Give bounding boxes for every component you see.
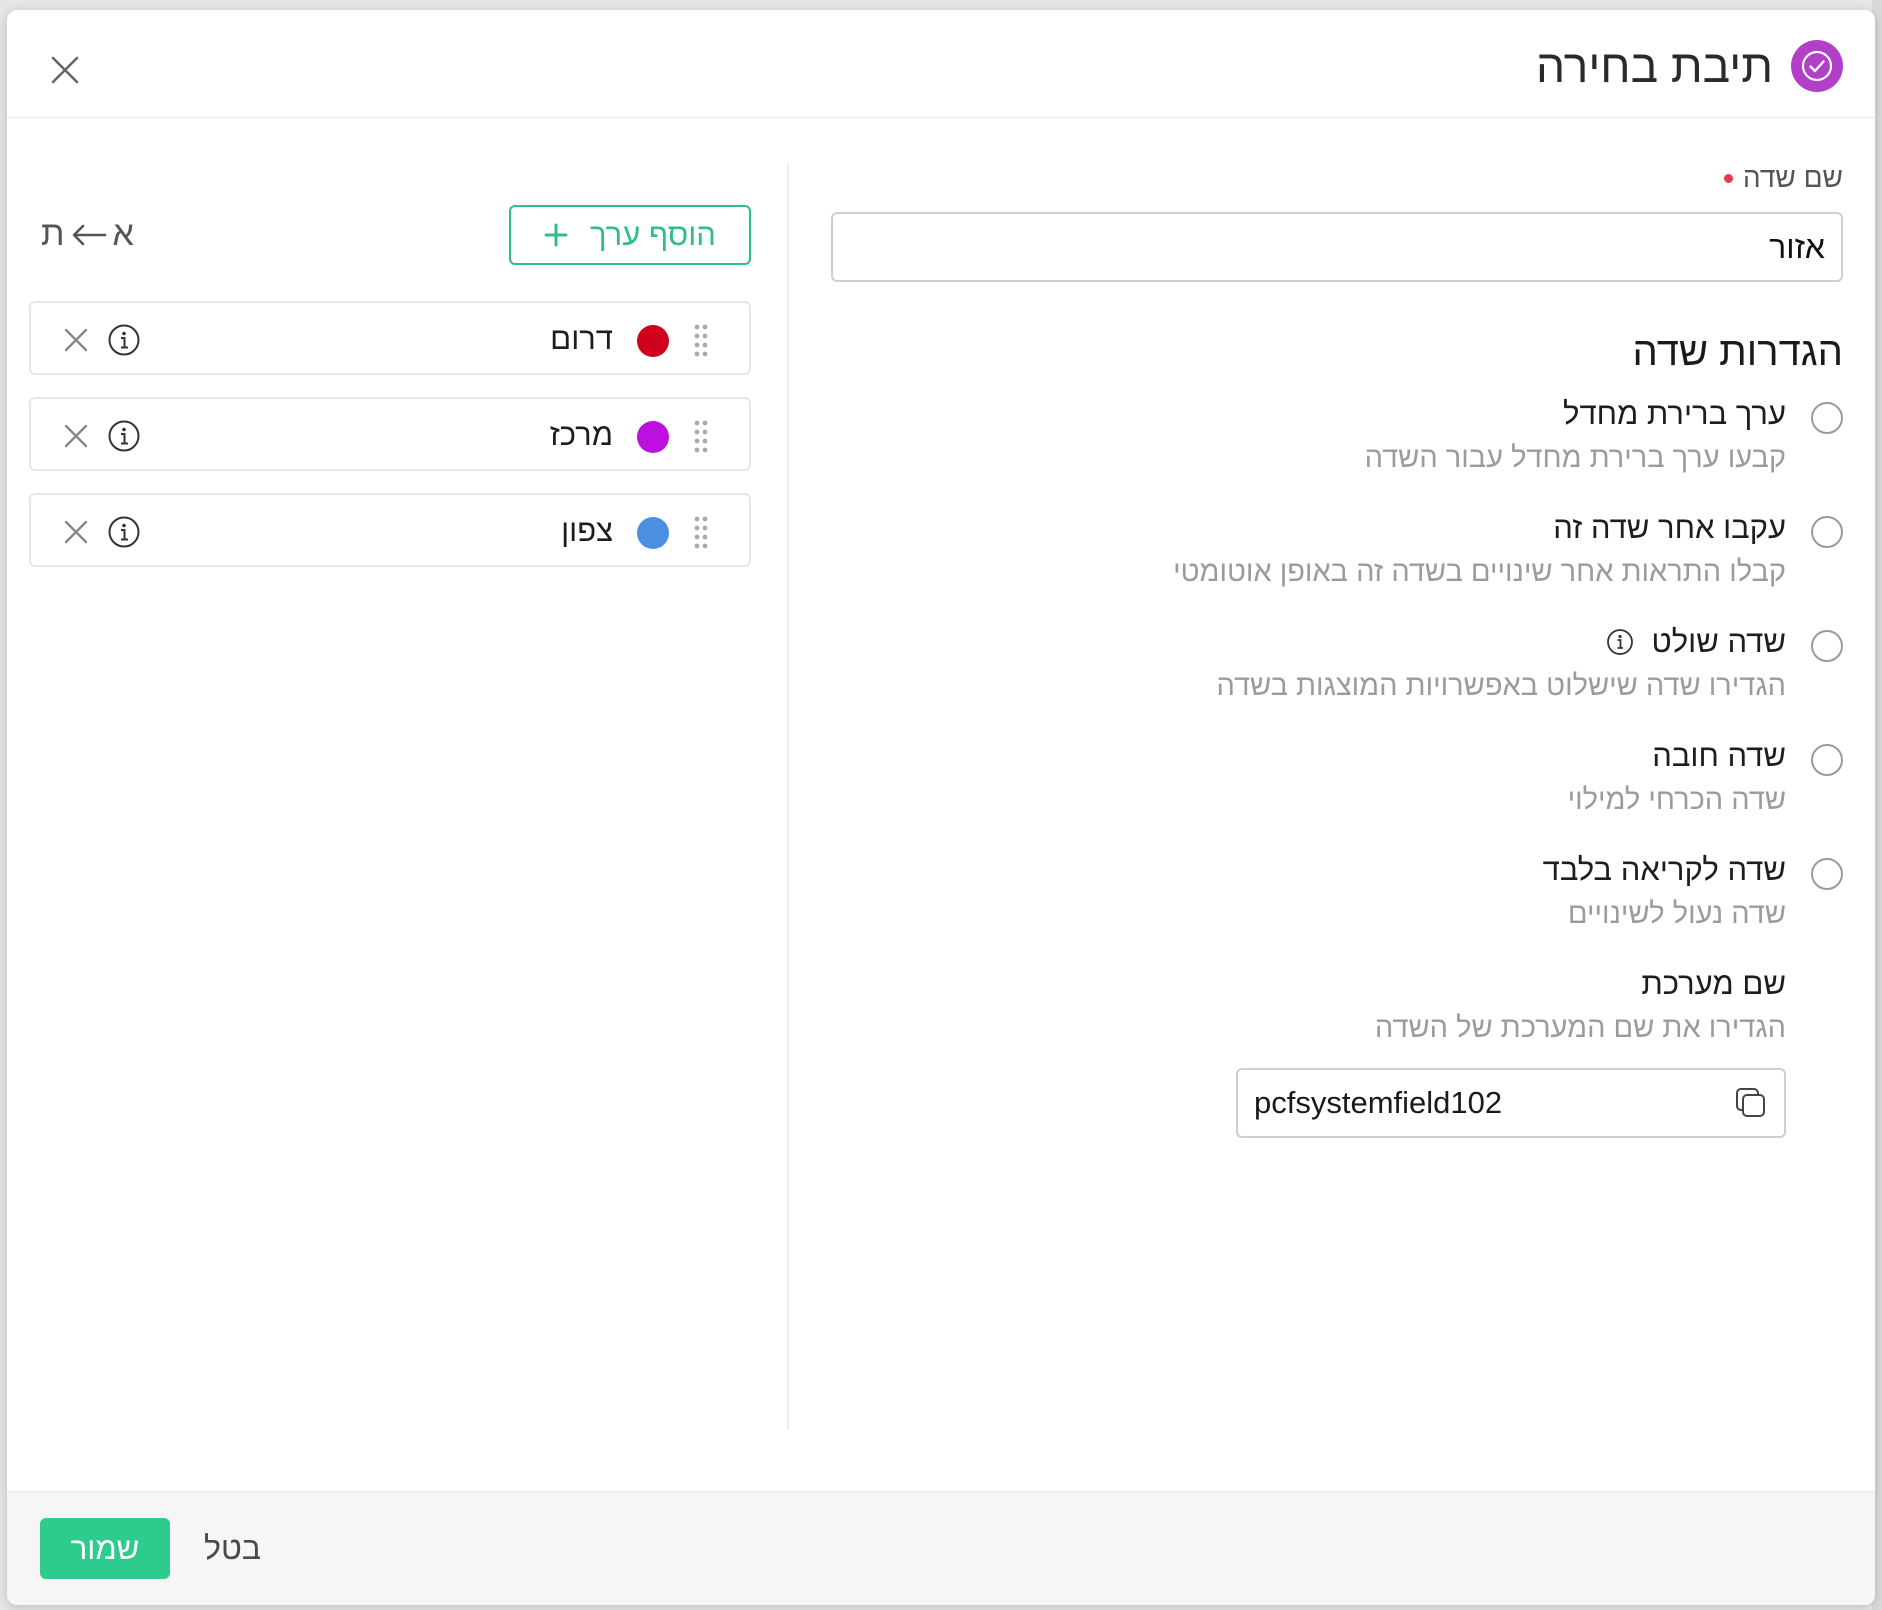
field-name-label: שם שדה bbox=[831, 160, 1843, 196]
drag-handle-icon[interactable] bbox=[693, 419, 709, 455]
plus-icon bbox=[544, 223, 568, 247]
value-row: מרכז bbox=[29, 397, 751, 471]
value-label[interactable]: מרכז bbox=[550, 417, 613, 453]
field-settings-dialog: תיבת בחירה שם שדה הגדרות שדה ערך ברירת מ… bbox=[7, 10, 1875, 1605]
option-read-only: שדה לקריאה בלבד שדה נעול לשינויים bbox=[831, 850, 1843, 934]
sort-toggle[interactable]: ת א bbox=[41, 215, 134, 254]
copy-icon[interactable] bbox=[1734, 1086, 1768, 1120]
values-panel: הוסף ערך ת א דרום מרכז צפון bbox=[29, 205, 751, 567]
info-icon[interactable] bbox=[1606, 628, 1634, 656]
drag-handle-icon[interactable] bbox=[693, 323, 709, 359]
field-settings-panel: שם שדה הגדרות שדה ערך ברירת מחדל קבעו ער… bbox=[831, 160, 1843, 1138]
field-name-input[interactable] bbox=[831, 212, 1843, 282]
dialog-title: תיבת בחירה bbox=[1536, 40, 1773, 92]
system-name-section: שם מערכת הגדירו את שם המערכת של השדה pcf… bbox=[831, 964, 1843, 1138]
remove-value-icon[interactable] bbox=[61, 421, 91, 451]
option-description: שדה הכרחי למילוי bbox=[1567, 784, 1786, 816]
controlling-field-radio[interactable] bbox=[1811, 630, 1843, 662]
close-button[interactable] bbox=[41, 46, 89, 94]
option-title: ערך ברירת מחדל bbox=[1563, 396, 1786, 431]
add-value-button[interactable]: הוסף ערך bbox=[509, 205, 751, 265]
option-description: קבעו ערך ברירת מחדל עבור השדה bbox=[1364, 442, 1786, 474]
system-name-field[interactable]: pcfsystemfield102 bbox=[1236, 1068, 1786, 1138]
info-icon[interactable] bbox=[107, 515, 141, 549]
dialog-title-group: תיבת בחירה bbox=[1536, 34, 1843, 98]
dialog-footer: שמור בטל bbox=[7, 1491, 1875, 1605]
option-description: קבלו התראות אחר שינויים בשדה זה באופן או… bbox=[1173, 556, 1786, 588]
cancel-button[interactable]: בטל bbox=[204, 1518, 261, 1579]
option-title: שדה שולט bbox=[1651, 624, 1787, 659]
option-required-field: שדה חובה שדה הכרחי למילוי bbox=[831, 736, 1843, 820]
value-color-dot[interactable] bbox=[637, 517, 669, 549]
option-title: שדה חובה bbox=[1652, 738, 1786, 773]
info-icon[interactable] bbox=[107, 419, 141, 453]
required-indicator bbox=[1723, 173, 1733, 183]
system-name-title: שם מערכת bbox=[1641, 966, 1786, 1001]
column-divider bbox=[787, 164, 789, 1430]
option-title: עקבו אחר שדה זה bbox=[1553, 510, 1786, 545]
add-value-label: הוסף ערך bbox=[590, 217, 716, 252]
sort-from-letter: א bbox=[112, 215, 134, 253]
system-name-description: הגדירו את שם המערכת של השדה bbox=[1374, 1012, 1786, 1044]
required-field-radio[interactable] bbox=[1811, 744, 1843, 776]
read-only-radio[interactable] bbox=[1811, 858, 1843, 890]
field-name-label-text: שם שדה bbox=[1742, 162, 1843, 193]
settings-options: ערך ברירת מחדל קבעו ערך ברירת מחדל עבור … bbox=[831, 394, 1843, 934]
check-circle-icon bbox=[1791, 40, 1843, 92]
sort-to-letter: ת bbox=[41, 215, 65, 253]
option-controlling-field: שדה שולט הגדירו שדה שישלוט באפשרויות המו… bbox=[831, 622, 1843, 706]
value-label[interactable]: צפון bbox=[561, 513, 613, 549]
save-button[interactable]: שמור bbox=[40, 1518, 170, 1579]
value-label[interactable]: דרום bbox=[550, 321, 613, 357]
follow-field-radio[interactable] bbox=[1811, 516, 1843, 548]
system-name-value: pcfsystemfield102 bbox=[1254, 1085, 1503, 1120]
remove-value-icon[interactable] bbox=[61, 325, 91, 355]
value-color-dot[interactable] bbox=[637, 421, 669, 453]
default-value-radio[interactable] bbox=[1811, 402, 1843, 434]
values-toolbar: הוסף ערך ת א bbox=[29, 205, 751, 265]
remove-value-icon[interactable] bbox=[61, 517, 91, 547]
option-title: שדה לקריאה בלבד bbox=[1542, 852, 1786, 887]
settings-section-title: הגדרות שדה bbox=[1632, 330, 1843, 374]
option-description: שדה נעול לשינויים bbox=[1567, 898, 1786, 930]
option-description: הגדירו שדה שישלוט באפשרויות המוצגות בשדה bbox=[1216, 670, 1786, 702]
info-icon[interactable] bbox=[107, 323, 141, 357]
arrow-left-icon bbox=[72, 224, 106, 245]
value-color-dot[interactable] bbox=[637, 325, 669, 357]
dialog-header: תיבת בחירה bbox=[7, 10, 1875, 118]
value-row: צפון bbox=[29, 493, 751, 567]
option-title-row: שדה שולט bbox=[831, 622, 1786, 662]
drag-handle-icon[interactable] bbox=[693, 515, 709, 551]
option-follow-field: עקבו אחר שדה זה קבלו התראות אחר שינויים … bbox=[831, 508, 1843, 592]
value-row: דרום bbox=[29, 301, 751, 375]
option-default-value: ערך ברירת מחדל קבעו ערך ברירת מחדל עבור … bbox=[831, 394, 1843, 478]
close-icon bbox=[51, 56, 79, 84]
